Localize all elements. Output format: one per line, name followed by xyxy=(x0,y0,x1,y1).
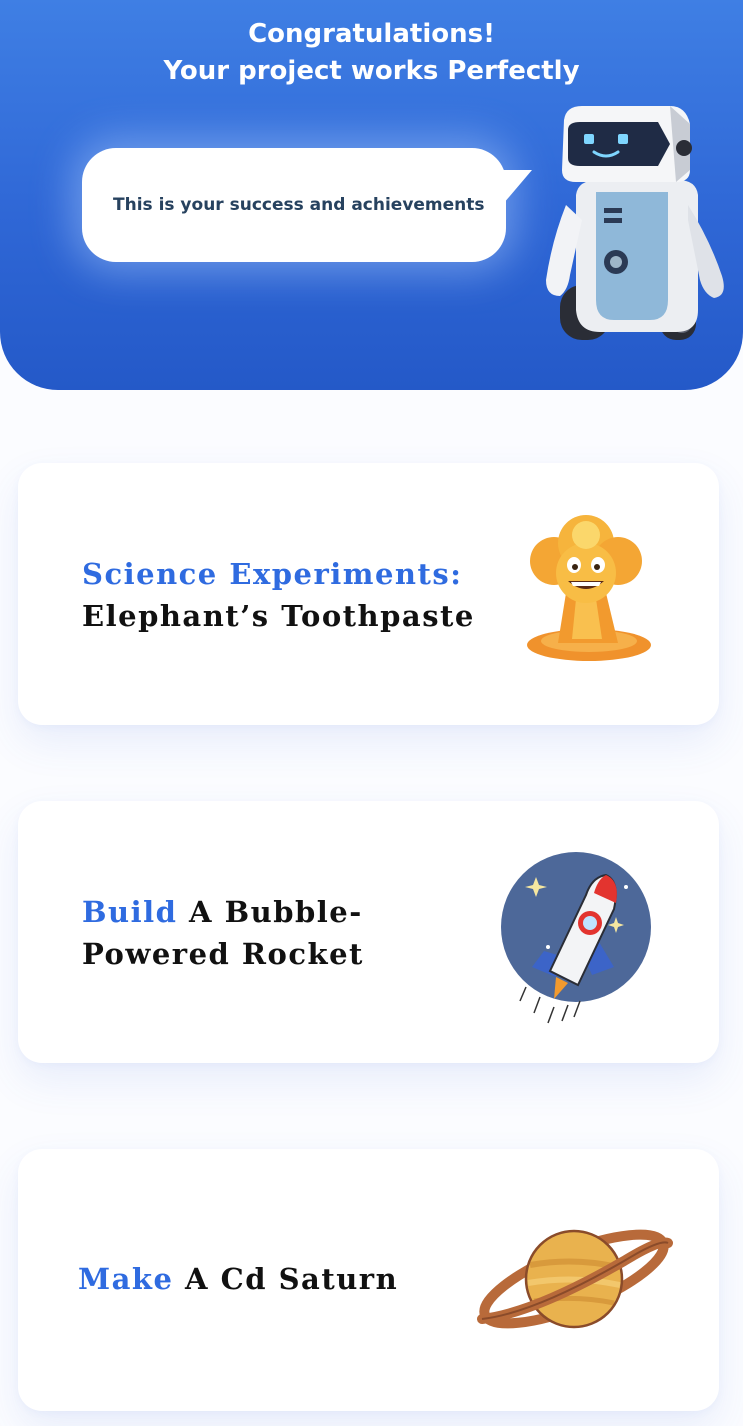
card-title-accent: Science Experiments: xyxy=(82,557,463,591)
title-line-2: Your project works Perfectly xyxy=(163,56,580,86)
card-title: Science Experiments: Elephant’s Toothpas… xyxy=(82,553,475,637)
explosion-mascot-icon xyxy=(527,515,651,661)
card-title-rest: Elephant’s Toothpaste xyxy=(82,599,475,633)
speech-bubble-tail xyxy=(498,170,532,210)
card-title-accent: Build xyxy=(82,895,178,929)
speech-bubble: This is your success and achievements xyxy=(82,148,532,262)
card-title: Make A Cd Saturn xyxy=(78,1258,398,1300)
project-card-cd-saturn[interactable]: Make A Cd Saturn xyxy=(18,1149,719,1411)
rocket-icon xyxy=(501,852,651,1024)
robot-mascot-icon xyxy=(546,106,724,340)
page-title: Congratulations! Your project works Perf… xyxy=(0,16,743,90)
card-title-rest: A Cd Saturn xyxy=(173,1262,399,1296)
card-title: Build A Bubble-Powered Rocket xyxy=(82,891,482,975)
congrats-header: Congratulations! Your project works Perf… xyxy=(0,0,743,390)
saturn-icon xyxy=(477,1229,673,1329)
project-card-bubble-rocket[interactable]: Build A Bubble-Powered Rocket xyxy=(18,801,719,1063)
speech-bubble-text: This is your success and achievements xyxy=(113,195,485,215)
project-card-elephant-toothpaste[interactable]: Science Experiments: Elephant’s Toothpas… xyxy=(18,463,719,725)
title-line-1: Congratulations! xyxy=(248,19,495,49)
card-title-accent: Make xyxy=(78,1262,174,1296)
